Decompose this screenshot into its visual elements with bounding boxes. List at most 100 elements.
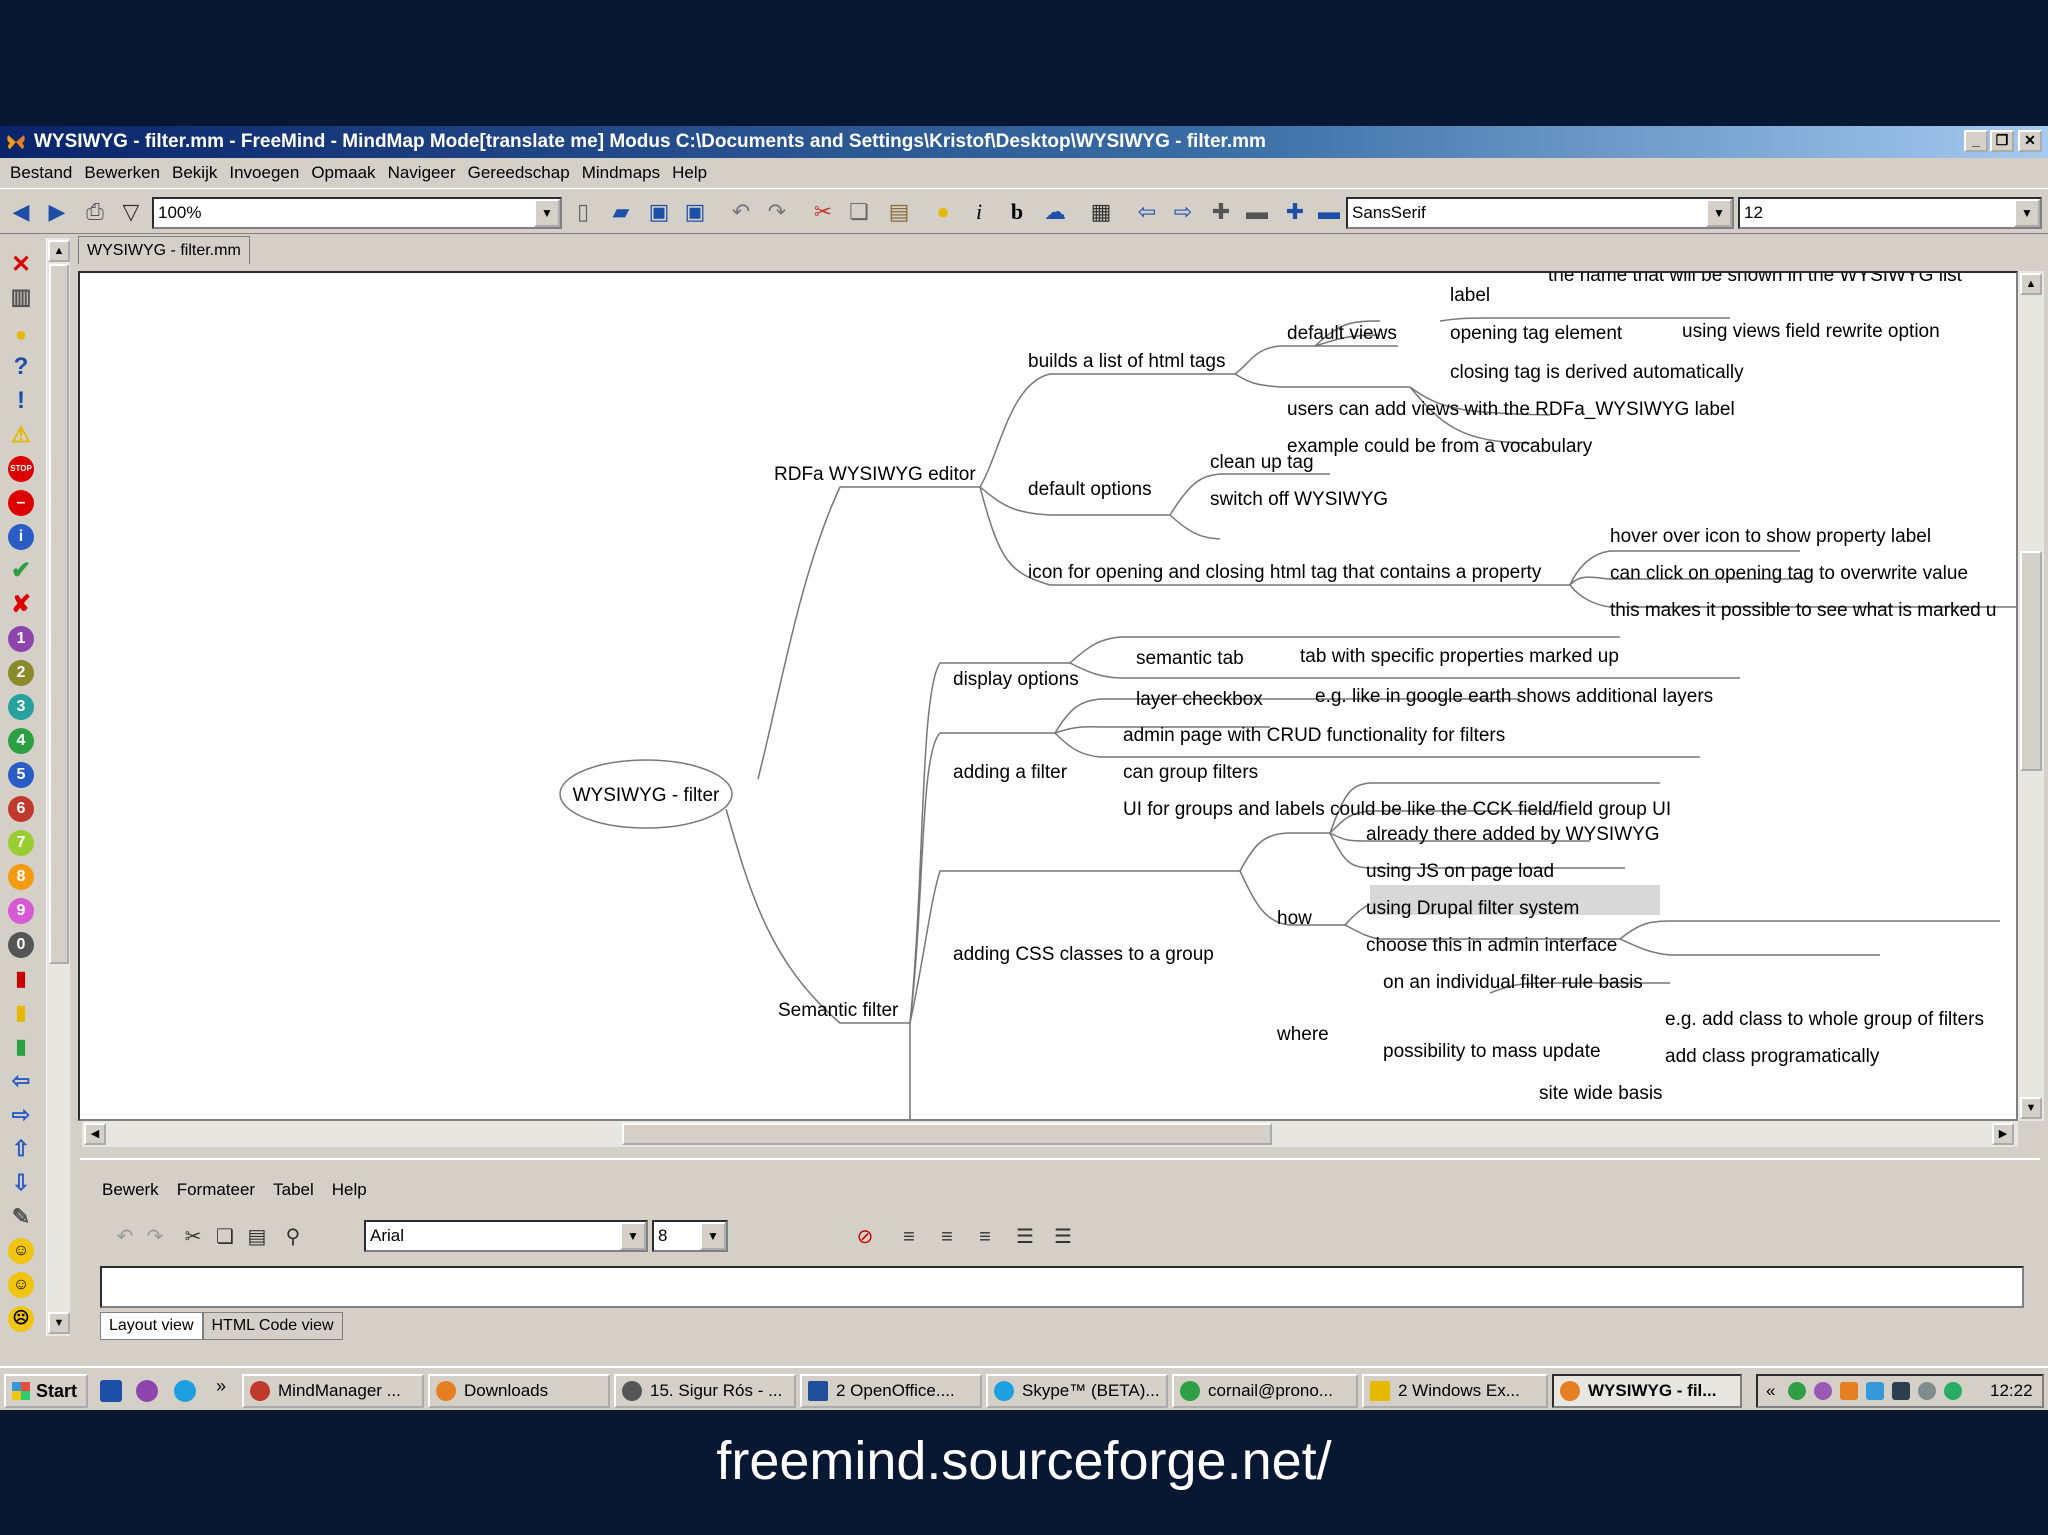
task-sigur-ros[interactable]: 15. Sigur Rós - ... (614, 1374, 796, 1408)
align-right-icon[interactable]: ≡ (970, 1222, 1000, 1252)
node-possibility[interactable]: possibility to mass update (1383, 1041, 1601, 1062)
new-map-icon[interactable]: ▯ (568, 197, 598, 227)
tray-shield-icon[interactable] (1892, 1382, 1910, 1400)
task-mindmanager[interactable]: MindManager ... (242, 1374, 424, 1408)
node-add-class-prog[interactable]: add class programatically (1665, 1046, 1880, 1067)
node-can-click[interactable]: can click on opening tag to overwrite va… (1610, 563, 1968, 584)
forward-icon[interactable]: ▶ (42, 197, 72, 227)
warning-icon[interactable]: ⚠ (8, 422, 34, 448)
node-individual[interactable]: on an individual filter rule basis (1383, 972, 1643, 993)
node-rdfa[interactable]: RDFa WYSIWYG editor (774, 464, 976, 485)
arrow-left-icon[interactable]: ⇦ (8, 1068, 34, 1094)
node-switch-off[interactable]: switch off WYSIWYG (1210, 489, 1388, 510)
chevron-down-icon[interactable]: ▼ (700, 1222, 726, 1250)
map-vertical-scrollbar[interactable]: ▲ ▼ (2018, 271, 2044, 1121)
redo-icon[interactable]: ↷ (140, 1222, 170, 1252)
node-users-add[interactable]: users can add views with the RDFa_WYSIWY… (1287, 399, 1735, 420)
tray-app-icon[interactable] (1840, 1382, 1858, 1400)
priority-8-icon[interactable]: 8 (8, 864, 34, 890)
pencil-icon[interactable]: ✎ (8, 1204, 34, 1230)
save-as-icon[interactable]: ▣ (680, 197, 710, 227)
tray-expand-icon[interactable]: « (1766, 1376, 1775, 1406)
minus-blue-icon[interactable]: ▬ (1314, 197, 1344, 227)
node-builds[interactable]: builds a list of html tags (1028, 351, 1225, 372)
table-icon[interactable]: ▦ (1086, 197, 1116, 227)
icon-palette-scrollbar[interactable]: ▲ ▼ (46, 238, 70, 1336)
node-clean-up[interactable]: clean up tag (1210, 452, 1314, 473)
arrow-left-icon[interactable]: ⇦ (1132, 197, 1162, 227)
neutral-face-icon[interactable]: ☺ (8, 1272, 34, 1298)
clock[interactable]: 12:22 (1990, 1376, 2033, 1406)
undo-icon[interactable]: ↶ (726, 197, 756, 227)
chevron-down-icon[interactable]: ▼ (620, 1222, 646, 1250)
copy-icon[interactable]: ❏ (210, 1222, 240, 1252)
paste-icon[interactable]: ▤ (884, 197, 914, 227)
minus-icon[interactable]: ▬ (1242, 197, 1272, 227)
node-closing-tag[interactable]: closing tag is derived automatically (1450, 362, 1744, 383)
task-openoffice[interactable]: 2 OpenOffice.... (800, 1374, 982, 1408)
open-icon[interactable]: ▰ (606, 197, 636, 227)
node-adding-filter[interactable]: adding a filter (953, 762, 1068, 783)
save-icon[interactable]: ▣ (644, 197, 674, 227)
editor-font-select[interactable]: Arial ▼ (364, 1220, 648, 1252)
tray-wifi-icon[interactable] (1944, 1382, 1962, 1400)
arrow-right-icon[interactable]: ⇨ (1168, 197, 1198, 227)
node-already-there[interactable]: already there added by WYSIWYG (1366, 824, 1660, 845)
traffic-light-red-icon[interactable]: ▮ (8, 966, 34, 992)
back-icon[interactable]: ◀ (6, 197, 36, 227)
menu-gereedschap[interactable]: Gereedschap (466, 158, 580, 188)
node-using-js[interactable]: using JS on page load (1366, 861, 1554, 882)
info-icon[interactable]: i (8, 524, 34, 550)
align-center-icon[interactable]: ≡ (932, 1222, 962, 1252)
mindmap-graph[interactable]: WYSIWYG - filter RDFa WYSIWYG editor bui… (80, 273, 2018, 1121)
menu-opmaak[interactable]: Opmaak (309, 158, 385, 188)
copy-icon[interactable]: ❏ (844, 197, 874, 227)
map-horizontal-scrollbar[interactable]: ◀ ▶ (82, 1121, 2018, 1147)
mindmap-canvas[interactable]: WYSIWYG - filter RDFa WYSIWYG editor bui… (78, 271, 2018, 1121)
quicklaunch-pidgin-icon[interactable] (136, 1380, 158, 1402)
bullet-list-icon[interactable]: ☰ (1010, 1222, 1040, 1252)
node-tab-with[interactable]: tab with specific properties marked up (1300, 646, 1619, 667)
task-skype[interactable]: Skype™ (BETA)... (986, 1374, 1168, 1408)
checkmark-icon[interactable]: ✔ (8, 558, 34, 584)
node-this-makes[interactable]: this makes it possible to see what is ma… (1610, 600, 1997, 621)
arrow-right-icon[interactable]: ⇨ (8, 1102, 34, 1128)
node-can-group[interactable]: can group filters (1123, 762, 1258, 783)
cut-icon[interactable]: ✂ (808, 197, 838, 227)
italic-icon[interactable]: i (964, 197, 994, 227)
node-default-views[interactable]: default views (1287, 323, 1397, 344)
no-entry-icon[interactable]: – (8, 490, 34, 516)
menu-navigeer[interactable]: Navigeer (386, 158, 466, 188)
editor-menu-tabel[interactable]: Tabel (273, 1180, 314, 1200)
priority-2-icon[interactable]: 2 (8, 660, 34, 686)
scroll-up-icon[interactable]: ▲ (48, 240, 70, 262)
priority-7-icon[interactable]: 7 (8, 830, 34, 856)
find-binoculars-icon[interactable]: ⚲ (278, 1222, 308, 1252)
arrow-down-icon[interactable]: ⇩ (8, 1170, 34, 1196)
node-ui-groups[interactable]: UI for groups and labels could be like t… (1123, 799, 1671, 820)
scroll-thumb[interactable] (2020, 551, 2042, 771)
node-views-field[interactable]: using views field rewrite option (1682, 321, 1940, 342)
priority-6-icon[interactable]: 6 (8, 796, 34, 822)
sad-face-icon[interactable]: ☹ (8, 1306, 34, 1332)
numbered-list-icon[interactable]: ☰ (1048, 1222, 1078, 1252)
priority-1-icon[interactable]: 1 (8, 626, 34, 652)
node-adding-css[interactable]: adding CSS classes to a group (953, 944, 1214, 965)
menu-bewerken[interactable]: Bewerken (82, 158, 170, 188)
node-hover-over[interactable]: hover over icon to show property label (1610, 526, 1931, 547)
font-family-select[interactable]: SansSerif ▼ (1346, 197, 1734, 229)
quicklaunch-skype-icon[interactable] (174, 1380, 196, 1402)
editor-size-select[interactable]: 8 ▼ (652, 1220, 728, 1252)
node-choose-this[interactable]: choose this in admin interface (1366, 935, 1617, 956)
restore-button[interactable]: ❐ (1990, 130, 2014, 152)
chevron-down-icon[interactable]: ▼ (2014, 199, 2040, 227)
scroll-down-icon[interactable]: ▼ (48, 1312, 70, 1334)
minimize-button[interactable]: _ (1964, 130, 1988, 152)
editor-menu-bewerk[interactable]: Bewerk (102, 1180, 159, 1200)
print-icon[interactable]: ⎙ (80, 197, 110, 227)
note-text-area[interactable] (100, 1266, 2024, 1308)
node-semantic-filter[interactable]: Semantic filter (778, 1000, 899, 1021)
editor-menu-formateer[interactable]: Formateer (177, 1180, 255, 1200)
exclamation-icon[interactable]: ! (8, 388, 34, 414)
tray-app-icon[interactable] (1918, 1382, 1936, 1400)
